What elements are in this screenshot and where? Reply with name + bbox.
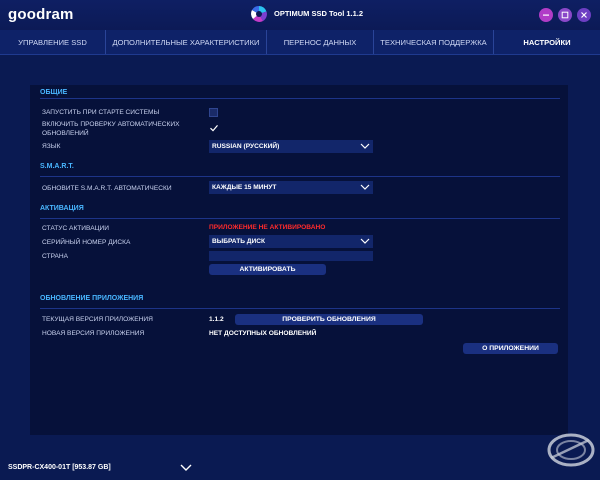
close-button[interactable]: [577, 8, 591, 22]
autostart-checkbox[interactable]: [209, 108, 218, 117]
close-icon: [581, 12, 587, 18]
autoupdate-label: ВКЛЮЧИТЬ ПРОВЕРКУ АВТОМАТИЧЕСКИХ ОБНОВЛЕ…: [42, 121, 180, 137]
chevron-down-icon[interactable]: [180, 463, 192, 472]
divider: [40, 176, 560, 177]
minimize-button[interactable]: [539, 8, 553, 22]
divider: [40, 218, 560, 219]
language-select-value: RUSSIAN (РУССКИЙ): [212, 143, 280, 150]
activation-status-value: ПРИЛОЖЕНИЕ НЕ АКТИВИРОВАНО: [209, 224, 326, 231]
tab-ssd-management[interactable]: УПРАВЛЕНИЕ SSD: [0, 30, 106, 54]
activate-button[interactable]: АКТИВИРОВАТЬ: [209, 264, 326, 275]
disk-select[interactable]: ВЫБРАТЬ ДИСК: [209, 235, 373, 248]
autoupdate-checkbox[interactable]: [209, 123, 219, 133]
about-button[interactable]: О ПРИЛОЖЕНИИ: [463, 343, 558, 354]
checkmark-icon: [210, 125, 218, 132]
ixbt-watermark-logo: [547, 433, 595, 467]
settings-panel: ОБЩИЕ ЗАПУСТИТЬ ПРИ СТАРТЕ СИСТЕМЫ ВКЛЮЧ…: [30, 85, 568, 435]
chevron-down-icon: [360, 238, 370, 244]
tab-data-transfer[interactable]: ПЕРЕНОС ДАННЫХ: [267, 30, 374, 54]
brand-logo: goodram: [8, 6, 74, 23]
drive-selector-label[interactable]: SSDPR-CX400-01T [953.87 GB]: [8, 464, 111, 471]
country-label: СТРАНА: [42, 253, 69, 260]
activation-status-label: СТАТУС АКТИВАЦИИ: [42, 225, 109, 232]
tab-additional-characteristics[interactable]: ДОПОЛНИТЕЛЬНЫЕ ХАРАКТЕРИСТИКИ: [106, 30, 267, 54]
serial-label: СЕРИЙНЫЙ НОМЕР ДИСКА: [42, 239, 131, 246]
divider: [40, 98, 560, 99]
language-label: ЯЗЫК: [42, 143, 61, 150]
window-title: OPTIMUM SSD Tool 1.1.2: [274, 9, 364, 18]
autostart-label: ЗАПУСТИТЬ ПРИ СТАРТЕ СИСТЕМЫ: [42, 109, 160, 116]
main-nav: УПРАВЛЕНИЕ SSD ДОПОЛНИТЕЛЬНЫЕ ХАРАКТЕРИС…: [0, 30, 600, 55]
language-select[interactable]: RUSSIAN (РУССКИЙ): [209, 140, 373, 153]
divider: [40, 308, 560, 309]
tab-tech-support[interactable]: ТЕХНИЧЕСКАЯ ПОДДЕРЖКА: [374, 30, 494, 54]
new-version-value: НЕТ ДОСТУПНЫХ ОБНОВЛЕНИЙ: [209, 330, 317, 337]
section-general-heading: ОБЩИЕ: [40, 89, 68, 96]
chevron-down-icon: [360, 143, 370, 149]
tab-settings[interactable]: НАСТРОЙКИ: [494, 30, 600, 54]
section-activation-heading: АКТИВАЦИЯ: [40, 205, 84, 212]
new-version-label: НОВАЯ ВЕРСИЯ ПРИЛОЖЕНИЯ: [42, 330, 145, 337]
current-version-value: 1.1.2: [209, 316, 224, 323]
app-logo-icon: [251, 5, 267, 22]
maximize-button[interactable]: [558, 8, 572, 22]
smart-update-label: ОБНОВИТЕ S.M.A.R.T. АВТОМАТИЧЕСКИ: [42, 185, 172, 192]
chevron-down-icon: [360, 184, 370, 190]
minimize-icon: [543, 14, 549, 16]
current-version-label: ТЕКУЩАЯ ВЕРСИЯ ПРИЛОЖЕНИЯ: [42, 316, 153, 323]
smart-interval-select[interactable]: КАЖДЫЕ 15 МИНУТ: [209, 181, 373, 194]
section-smart-heading: S.M.A.R.T.: [40, 163, 74, 170]
maximize-icon: [561, 11, 569, 19]
check-updates-button[interactable]: ПРОВЕРИТЬ ОБНОВЛЕНИЯ: [235, 314, 423, 325]
smart-interval-value: КАЖДЫЕ 15 МИНУТ: [212, 184, 277, 191]
section-app-update-heading: ОБНОВЛЕНИЕ ПРИЛОЖЕНИЯ: [40, 295, 144, 302]
disk-select-value: ВЫБРАТЬ ДИСК: [212, 238, 266, 245]
country-input[interactable]: [209, 251, 373, 261]
